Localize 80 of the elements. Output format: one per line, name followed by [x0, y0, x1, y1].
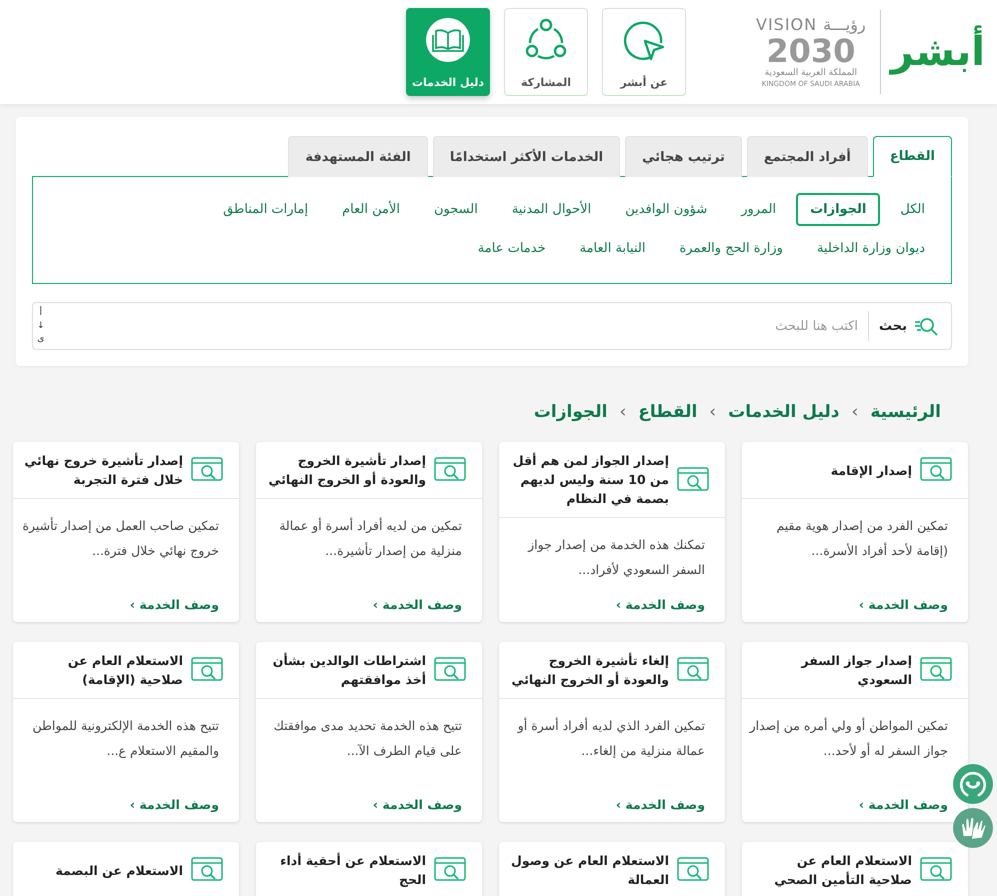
service-details-link[interactable]: وصف الخدمة ›	[372, 597, 462, 612]
sector-chip[interactable]: شؤون الوافدين	[611, 193, 722, 226]
breadcrumb-separator: ›	[619, 402, 626, 422]
browser-search-icon	[677, 466, 709, 492]
service-details-link[interactable]: وصف الخدمة ›	[130, 597, 219, 612]
service-title: إصدار تأشيرة خروج نهائي خلال فترة التجربة	[23, 452, 183, 489]
service-title: إصدار جواز السفر السعودي	[800, 652, 912, 689]
browser-search-icon	[677, 857, 709, 883]
service-title: إصدار الجواز لمن هم أقل من 10 سنة وليس لديهم بصمة في النظام	[512, 452, 669, 508]
service-title: الاستعلام عن أحقية أداء الحج	[279, 852, 426, 889]
nav-tile[interactable]: المشاركة	[504, 8, 588, 96]
category-tab[interactable]: القطاع	[872, 136, 952, 177]
service-description: تمكين المواطن أو ولي أمره من إصدار جواز السفر له أو لأحد...	[748, 716, 948, 760]
service-details-link[interactable]: وصف الخدمة ›	[372, 797, 462, 812]
sector-chip[interactable]: السجون	[420, 193, 492, 226]
service-title: إصدار تأشيرة الخروج والعودة أو الخروج النهائي	[268, 452, 426, 489]
service-details-link[interactable]: وصف الخدمة ›	[616, 797, 705, 812]
vision-word: VISION	[756, 14, 818, 34]
sort-toggle[interactable]: أ ↓ ى	[33, 306, 49, 346]
search-button[interactable]: بحث	[868, 311, 951, 341]
sector-chip[interactable]: الأمن العام	[328, 193, 414, 226]
browser-search-icon	[191, 657, 223, 683]
service-title: الاستعلام عن البصمة	[55, 862, 183, 880]
breadcrumb-link[interactable]: دليل الخدمات	[728, 402, 840, 422]
browser-search-icon	[677, 657, 709, 683]
vision-word-arabic: رؤيـــة	[823, 14, 866, 34]
book-icon	[425, 17, 472, 63]
service-details-link[interactable]: وصف الخدمة ›	[858, 597, 948, 612]
category-tab[interactable]: أفراد المجتمع	[746, 136, 868, 177]
service-title: إلغاء تأشيرة الخروج والعودة أو الخروج النهائي	[510, 652, 669, 689]
accessibility-icon	[958, 769, 988, 799]
browser-search-icon	[434, 657, 466, 683]
service-title: اشتراطات الوالدين بشأن أخذ موافقتهم	[272, 652, 426, 689]
breadcrumb-separator: ›	[852, 402, 858, 422]
service-description: تمكنك هذه الخدمة من إصدار جواز السفر السعودي لأفراد...	[526, 536, 705, 579]
service-description: تمكين الفرد من إصدار هوية مقيم (إقامة لأحد أفراد الأسرة...	[775, 517, 948, 560]
country-name: المملكة العربية السعودية	[764, 68, 858, 78]
service-description: تمكين من لديه أفراد أسرة أو عمالة منزلية من إصدار تأشيرة...	[278, 516, 462, 560]
service-description: تمكين الفرد الذي لديه أفراد أسرة أو عمالة منزلية من إلغاء...	[516, 716, 705, 760]
breadcrumb-separator: ›	[709, 402, 716, 422]
sector-chip[interactable]: الجوازات	[796, 193, 880, 226]
breadcrumb-link[interactable]: الجوازات	[534, 402, 608, 422]
service-details-link[interactable]: وصف الخدمة ›	[130, 797, 219, 812]
browser-search-icon	[920, 857, 952, 883]
sector-chip[interactable]: إمارات المناطق	[209, 193, 322, 226]
sign-language-button[interactable]	[953, 808, 993, 848]
service-title: إصدار الإقامة	[830, 462, 912, 480]
sector-chip[interactable]: الكل	[886, 193, 939, 226]
service-title: الاستعلام العام عن صلاحية التأمين الصحي	[773, 852, 912, 889]
sector-chip[interactable]: النيابة العامة	[566, 232, 660, 265]
browser-search-icon	[191, 457, 223, 483]
brand-logo[interactable]: أبشر	[880, 10, 985, 94]
sector-chip[interactable]: ديوان وزارة الداخلية	[802, 232, 939, 265]
nav-tile[interactable]: عن أبشر	[602, 8, 686, 96]
browser-search-icon	[191, 857, 223, 883]
sector-chip[interactable]: الأحوال المدنية	[498, 193, 606, 226]
browser-search-icon	[920, 457, 952, 483]
service-title: الاستعلام العام عن صلاحية (الإقامة)	[66, 652, 183, 689]
service-description: تمكين صاحب العمل من إصدار تأشيرة خروج نهائي خلال فترة...	[21, 516, 219, 560]
service-description: تتيح هذه الخدمة الإلكترونية للمواطن والمقيم الاستعلام ع...	[31, 717, 219, 760]
vision-year: 2030	[766, 34, 856, 68]
service-details-link[interactable]: وصف الخدمة ›	[858, 797, 948, 812]
nav-tile[interactable]: دليل الخدمات	[406, 8, 490, 96]
breadcrumb-link[interactable]: القطاع	[638, 402, 698, 422]
search-field[interactable]: بحث اكتب هنا للبحث أ ↓ ى	[32, 302, 952, 350]
category-tab[interactable]: ترتيب هجائي	[625, 136, 742, 177]
browser-search-icon	[434, 857, 466, 883]
browser-search-icon	[920, 657, 952, 683]
sector-chip[interactable]: المرور	[727, 193, 790, 226]
hands-icon	[959, 815, 987, 841]
accessibility-button[interactable]	[953, 764, 993, 804]
service-title: الاستعلام العام عن وصول العمالة	[510, 852, 669, 889]
category-tab[interactable]: الخدمات الأكثر استخدامًا	[432, 136, 620, 177]
service-description: تتيح هذه الخدمة تحديد مدى موافقتك على قيام الطرف الآ...	[272, 717, 462, 760]
service-details-link[interactable]: وصف الخدمة ›	[616, 597, 705, 612]
sector-chip[interactable]: وزارة الحج والعمرة	[665, 232, 797, 265]
browser-search-icon	[434, 457, 466, 483]
breadcrumb-link[interactable]: الرئيسية	[870, 402, 941, 422]
category-tab[interactable]: الفئة المستهدفة	[288, 136, 428, 177]
sector-chip[interactable]: خدمات عامة	[464, 232, 560, 265]
